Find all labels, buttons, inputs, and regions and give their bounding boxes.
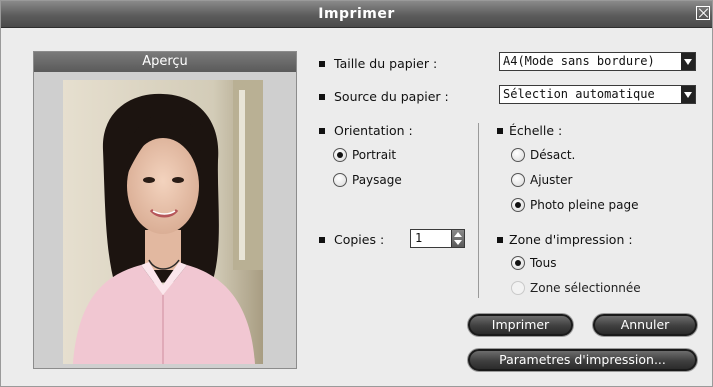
decrement-icon[interactable] <box>454 240 462 245</box>
scale-option-off[interactable]: Désact. <box>511 147 575 165</box>
radio-checked-icon[interactable] <box>333 147 347 162</box>
print-dialog: Imprimer Aperçu Taille du papier: A4(Mo… <box>0 0 713 387</box>
bullet-icon <box>319 127 325 134</box>
spinner-icon[interactable] <box>451 230 464 247</box>
copies-stepper[interactable]: 1 <box>410 229 465 248</box>
chevron-down-icon[interactable] <box>681 86 695 103</box>
radio-icon[interactable] <box>333 172 347 187</box>
copies-label: Copies : <box>319 232 384 247</box>
paper-source-value: Sélection automatique <box>503 87 655 101</box>
orientation-option-portrait[interactable]: Portrait <box>333 147 396 165</box>
bullet-icon <box>497 236 503 243</box>
preview-header: Aperçu <box>34 52 296 72</box>
radio-icon[interactable] <box>511 172 525 187</box>
copies-value: 1 <box>415 231 423 245</box>
bullet-icon <box>319 60 325 67</box>
section-divider <box>478 123 479 298</box>
chevron-down-icon[interactable] <box>681 53 695 70</box>
paper-size-select[interactable]: A4(Mode sans bordure) <box>499 52 696 71</box>
bullet-icon <box>497 127 503 134</box>
paper-source-select[interactable]: Sélection automatique <box>499 85 696 104</box>
print-zone-option-all[interactable]: Tous <box>511 255 557 273</box>
print-zone-option-selection: Zone sélectionnée <box>511 280 641 298</box>
orientation-label: Orientation : <box>319 123 413 138</box>
cancel-button[interactable]: Annuler <box>593 314 697 336</box>
close-icon[interactable] <box>696 6 710 20</box>
increment-icon[interactable] <box>454 232 462 237</box>
bullet-icon <box>319 93 325 100</box>
print-zone-label: Zone d'impression : <box>497 232 633 247</box>
radio-disabled-icon <box>511 280 525 295</box>
print-settings-button[interactable]: Parametres d'impression... <box>468 349 697 371</box>
radio-checked-icon[interactable] <box>511 255 525 270</box>
preview-photo <box>63 80 263 364</box>
paper-source-label: Source du papier : <box>319 89 449 104</box>
title-bar[interactable]: Imprimer <box>1 1 712 28</box>
preview-panel: Aperçu <box>33 51 297 369</box>
radio-checked-icon[interactable] <box>511 197 525 212</box>
orientation-option-landscape[interactable]: Paysage <box>333 172 402 190</box>
paper-size-value: A4(Mode sans bordure) <box>503 54 655 68</box>
scale-option-fit[interactable]: Ajuster <box>511 172 572 190</box>
scale-option-full-page[interactable]: Photo pleine page <box>511 197 639 215</box>
paper-size-label: Taille du papier : <box>319 56 437 71</box>
print-button[interactable]: Imprimer <box>468 314 573 336</box>
dialog-title: Imprimer <box>318 6 395 22</box>
radio-icon[interactable] <box>511 147 525 162</box>
bullet-icon <box>319 236 325 243</box>
scale-label: Échelle : <box>497 123 562 138</box>
